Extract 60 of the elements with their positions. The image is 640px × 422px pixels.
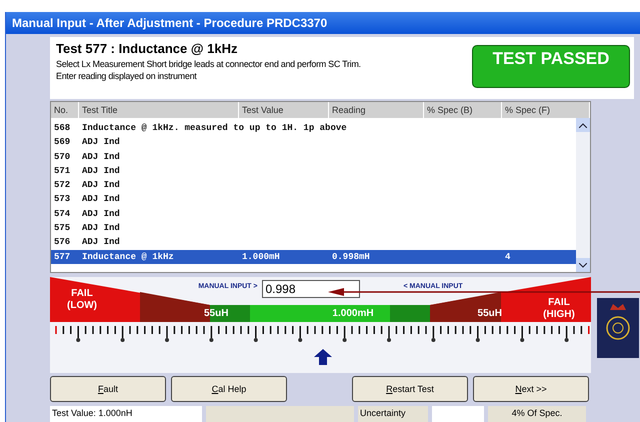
action-button[interactable]: Cal Help <box>171 376 287 402</box>
table-cell-text: 569 <box>53 136 72 150</box>
table-cell-text: 576 <box>53 236 72 250</box>
table-cell-text: 571 <box>53 164 72 178</box>
table-row[interactable]: 574 ADJ Ind <box>51 206 576 222</box>
table-row[interactable]: 571 ADJ Ind <box>51 164 576 178</box>
spec-field: 4% Of Spec. <box>488 406 586 422</box>
nominal-label: 1.000mH <box>332 308 374 319</box>
table-cell-text: ADJ Ind <box>81 236 121 250</box>
table-cell-text: 1.000mH <box>241 250 281 264</box>
column-header[interactable]: Test Value <box>239 102 329 118</box>
column-header[interactable]: % Spec (B) <box>424 102 502 118</box>
table-cell-text: 4 <box>504 250 512 264</box>
column-header[interactable]: Test Title <box>79 102 239 118</box>
table-row[interactable]: 570 ADJ Ind <box>51 150 576 164</box>
window-title: Manual Input - After Adjustment - Procedure PRDC3370 <box>6 12 640 34</box>
table-cell-text: 577 <box>53 250 72 264</box>
table-cell-text: 574 <box>53 208 72 221</box>
result-badge: TEST PASSED <box>472 45 630 88</box>
instruction-text: Enter reading displayed on instrument <box>56 70 198 82</box>
fail-high-label: FAIL (HIGH) <box>542 296 576 322</box>
table-cell-text: 568 <box>53 122 72 135</box>
uncertainty-label: Uncertainty <box>358 406 428 422</box>
tolerance-label: 55uH <box>204 308 228 319</box>
table-cell-text: 573 <box>53 193 72 206</box>
table-row[interactable]: 573 ADJ Ind <box>51 192 576 207</box>
action-button[interactable]: Next >> <box>473 376 589 402</box>
table-cell-text: 570 <box>53 150 72 164</box>
up-arrow-icon <box>312 348 332 366</box>
fail-low-label: FAIL (LOW) <box>66 286 98 312</box>
table-row[interactable]: 577 Inductance @ 1kHz 1.000mH 0.998mH 4 <box>51 250 576 264</box>
table-row[interactable]: 575 ADJ Ind <box>51 221 576 236</box>
tolerance-label: 55uH <box>478 308 502 319</box>
table-cell-text: ADJ Ind <box>81 208 121 221</box>
table-cell-text: ADJ Ind <box>81 193 121 206</box>
table-cell-text: 0.998mH <box>331 250 371 264</box>
scrollbar[interactable] <box>576 118 590 272</box>
table-cell-text: ADJ Ind <box>81 179 121 192</box>
manual-input-field[interactable]: 0.998 <box>262 280 360 298</box>
table-cell-text: Inductance @ 1kHz <box>81 250 175 264</box>
table-row[interactable]: 576 ADJ Ind <box>51 235 576 250</box>
table-cell-text: ADJ Ind <box>81 164 121 178</box>
table-cell-text: ADJ Ind <box>81 150 121 164</box>
table-cell-text: ADJ Ind <box>81 222 121 236</box>
table-cell-text: ADJ Ind <box>81 136 121 150</box>
table-row[interactable]: 572 ADJ Ind <box>51 178 576 192</box>
table-cell-text: 572 <box>53 179 72 192</box>
table-row[interactable]: 569 ADJ Ind <box>51 135 576 150</box>
column-header[interactable]: No. <box>51 102 79 118</box>
test-heading: Test 577 : Inductance @ 1kHz <box>56 41 238 56</box>
test-value-field: Test Value: 1.000nH <box>50 406 202 422</box>
uncertainty-field <box>432 406 484 422</box>
action-button[interactable]: Fault <box>50 376 166 402</box>
table-row[interactable]: 568 Inductance @ 1kHz. measured to up to 1H. 1p above <box>51 121 576 136</box>
table-cell-text: 575 <box>53 222 72 236</box>
table-cell-text: Inductance @ 1kHz. measured to up to 1H. 1p above <box>81 122 348 135</box>
instruction-text: Select Lx Measurement Short bridge leads at connector end and perform SC Trim. <box>56 58 362 70</box>
action-button[interactable]: Restart Test <box>352 376 468 402</box>
column-header[interactable]: Reading <box>329 102 424 118</box>
crest-icon <box>597 298 639 358</box>
